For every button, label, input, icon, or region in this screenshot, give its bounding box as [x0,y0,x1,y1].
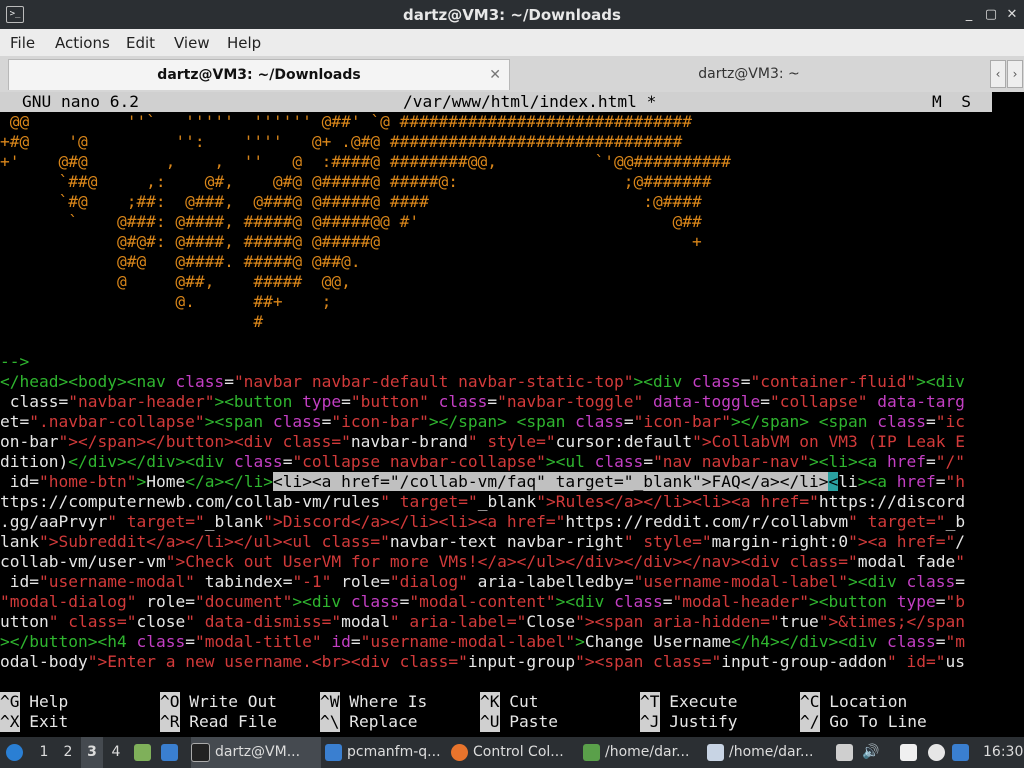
shortcut-item: ^G Help [0,692,69,712]
task-label: pcmanfm-q... [347,744,441,760]
shortcut-item: ^/ Go To Line [800,712,927,732]
task-label: dartz@VM... [215,744,301,760]
code-line: class="navbar-header"><button type="butt… [9,392,965,411]
task-text-file[interactable]: /home/dar... [583,737,703,768]
shortcut-item: ^J Justify [640,712,738,732]
network-icon[interactable] [836,737,858,768]
ascii-art-line: @@ ''` ''''' '''''' @##' `@ ############… [0,112,692,131]
close-button[interactable]: ✕ [1003,6,1021,24]
task-label: /home/dar... [605,744,690,760]
code-line: ></button><h4 class="modal-title" id="us… [0,632,965,651]
task-terminal[interactable]: dartz@VM... [191,737,321,768]
updates-icon[interactable] [928,737,950,768]
code-line: utton" class="close" data-dismiss="modal… [0,612,965,631]
ascii-art-line: +' @#@ , , '' @ :####@ ########@@, `'@@#… [0,152,731,171]
window-titlebar[interactable]: >_ dartz@VM3: ~/Downloads _ ▢ ✕ [0,0,1024,29]
code-line: id="username-modal" tabindex="-1" role="… [9,572,966,591]
window-title: dartz@VM3: ~/Downloads [403,6,621,24]
shortcut-item: ^W Where Is [320,692,428,712]
workspace-2[interactable]: 2 [57,737,79,768]
workspace-4[interactable]: 4 [105,737,127,768]
menu-edit[interactable]: Edit [126,34,155,52]
nano-version: GNU nano 6.2 [22,92,139,111]
terminal-icon [191,742,210,762]
tab-scroll-left-icon[interactable]: ‹ [990,60,1006,88]
shortcut-item: ^R Read File [160,712,277,732]
ascii-art-line: ` @###: @####, #####@ @#####@@ #' @## [0,212,702,231]
maximize-button[interactable]: ▢ [982,6,1000,24]
ascii-art-line: `#@ ;##: @###, @###@ @#####@ #### :@#### [0,192,702,211]
volume-icon[interactable]: 🔊 [862,737,884,768]
ascii-art-line: +#@ '@ '': '''' @+ .@#@ ################… [0,132,683,151]
menu-help[interactable]: Help [227,34,261,52]
tab-bar: dartz@VM3: ~/Downloads ✕ dartz@VM3: ~ [0,56,1024,92]
shortcut-item: ^T Execute [640,692,738,712]
shortcut-item: ^C Location [800,692,908,712]
code-line: "modal-dialog" role="document"><div clas… [0,592,965,611]
clipboard-icon[interactable] [900,737,922,768]
nano-flags: M S [932,92,971,111]
tab-close-icon[interactable]: ✕ [489,60,501,90]
file-manager-launcher-icon[interactable] [134,737,156,768]
shortcut-item: ^X Exit [0,712,69,732]
ascii-art-line: @#@#: @####, #####@ @#####@ + [0,232,702,251]
show-desktop-icon[interactable] [161,737,183,768]
task-editor[interactable]: /home/dar... [707,737,827,768]
task-pcmanfm[interactable]: pcmanfm-q... [325,737,445,768]
code-line: .gg/aaPrvyr" target="_blank">Discord</a>… [0,512,966,531]
code-line: on-bar"></span></button><div class="navb… [0,432,965,451]
workspace-1[interactable]: 1 [33,737,55,768]
folder-icon [325,743,342,761]
code-line: collab-vm/user-vm">Check out UserVM for … [0,552,965,571]
code-line: id="home-btn">Home</a></li><li><a href="… [9,472,965,491]
nano-filename: /var/www/html/index.html * [403,92,657,111]
tab-scroll-right-icon[interactable]: › [1007,60,1023,88]
task-label: Control Col... [473,744,564,760]
menu-file[interactable]: File [10,34,35,52]
text-file-icon [583,743,600,761]
code-line: dition)</div></div><div class="collapse … [0,452,965,471]
shortcut-item: ^O Write Out [160,692,277,712]
taskbar: 1 2 3 4 dartz@VM... pcmanfm-q... Control… [0,737,1024,768]
code-line: odal-body">Enter a new username.<br><div… [0,652,966,671]
ascii-art-line: `##@ ,: @#, @#@ @#####@ #####@: ;@######… [0,172,712,191]
tab-home[interactable]: dartz@VM3: ~ [510,59,988,89]
menu-view[interactable]: View [174,34,210,52]
clock: 16:30 [983,744,1023,760]
editor-icon [707,743,724,761]
code-line: </head><body><nav class="navbar navbar-d… [0,372,965,391]
tab-label: dartz@VM3: ~/Downloads [157,67,361,83]
shortcut-item: ^\ Replace [320,712,418,732]
task-label: /home/dar... [729,744,814,760]
ascii-art-line: @. ##+ ; [0,292,332,311]
code-line: et=".navbar-collapse"><span class="icon-… [0,412,965,431]
ascii-art-line: # [0,312,264,331]
start-menu-icon[interactable] [6,737,28,768]
menu-actions[interactable]: Actions [55,34,110,52]
nano-header: GNU nano 6.2/var/www/html/index.html * M … [0,92,992,112]
task-firefox[interactable]: Control Col... [451,737,578,768]
ascii-art-line: @#@ @####. #####@ @##@. [0,252,361,271]
shortcut-item: ^U Paste [480,712,558,732]
workspace-3[interactable]: 3 [81,737,103,768]
code-line: ttps://computernewb.com/collab-vm/rules"… [0,492,966,511]
code-line: lank">Subreddit</a></li></ul><ul class="… [0,532,966,551]
minimize-button[interactable]: _ [960,6,978,24]
menu-bar: File Actions Edit View Help [0,29,1024,56]
tab-downloads[interactable]: dartz@VM3: ~/Downloads ✕ [8,59,510,90]
firefox-icon [451,743,468,761]
shortcut-item: ^K Cut [480,692,539,712]
tab-label: dartz@VM3: ~ [698,66,800,82]
ascii-art-line: @ @##, ##### @@, [0,272,351,291]
comment-end: --> [0,352,30,371]
bluetooth-icon[interactable] [952,737,974,768]
terminal-area[interactable]: GNU nano 6.2/var/www/html/index.html * M … [0,92,1024,737]
